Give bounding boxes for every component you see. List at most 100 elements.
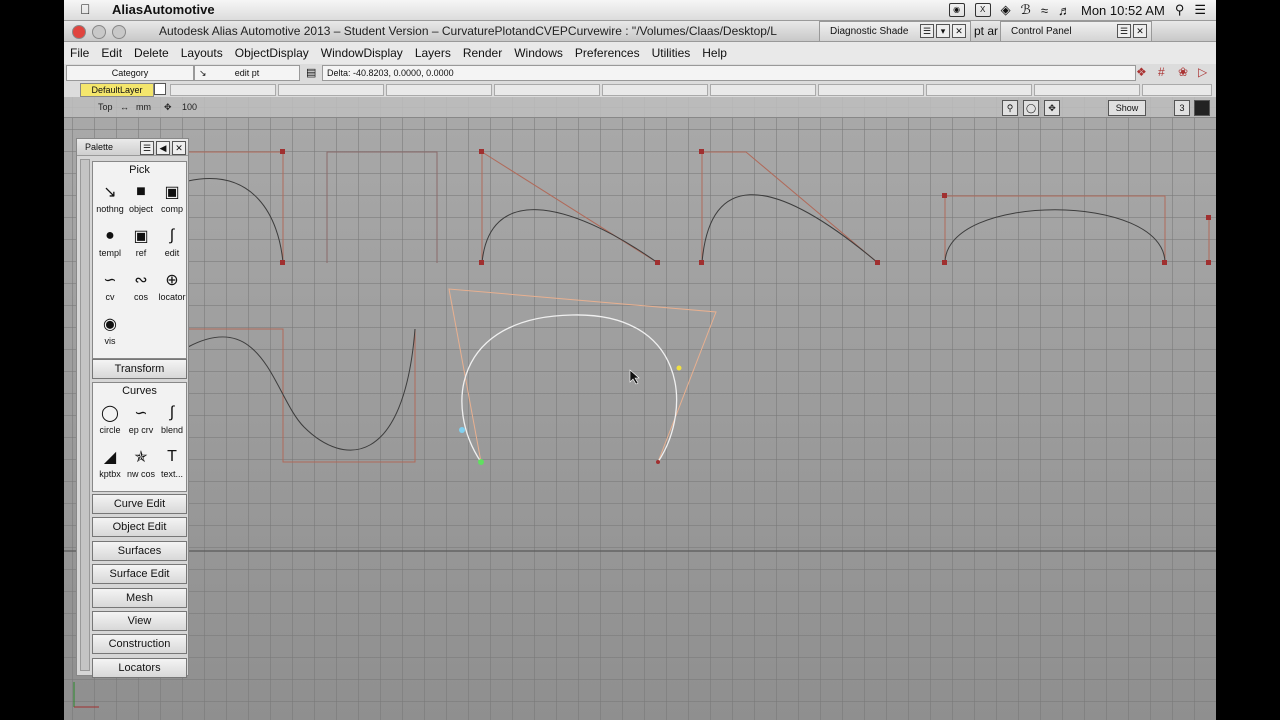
pick-tool-edit[interactable]: ∫ edit [156, 224, 188, 258]
layer-slot[interactable] [386, 84, 492, 96]
pick-tool-nothng[interactable]: ↘ nothng [94, 180, 126, 214]
tumble-icon[interactable]: ◯ [1023, 100, 1039, 116]
menu-item-windowdisplay[interactable]: WindowDisplay [315, 42, 409, 60]
show-button[interactable]: Show [1108, 100, 1146, 116]
grid-snap-icon[interactable]: # [1158, 65, 1165, 79]
menu-item-edit[interactable]: Edit [95, 42, 128, 60]
menu-item-file[interactable]: File [64, 42, 95, 60]
construction-button[interactable]: Construction [92, 634, 187, 655]
mouse-cursor [629, 369, 640, 385]
volume-icon[interactable]: ♬ [1058, 3, 1071, 18]
pick-header[interactable]: Pick [93, 162, 186, 176]
curve-snap-icon[interactable]: ❀ [1178, 65, 1188, 79]
layer-slot[interactable] [278, 84, 384, 96]
menu-item-render[interactable]: Render [457, 42, 508, 60]
tool-label: cv [105, 292, 115, 302]
surface-edit-button[interactable]: Surface Edit [92, 564, 187, 585]
surfaces-button[interactable]: Surfaces [92, 540, 187, 561]
locators-button[interactable]: Locators [92, 657, 187, 678]
play-icon[interactable]: ▷ [1198, 65, 1207, 79]
curve-edit-button[interactable]: Curve Edit [92, 494, 187, 514]
apple-icon[interactable]:  [80, 1, 91, 17]
menu-item-utilities[interactable]: Utilities [646, 42, 697, 60]
menu-item-delete[interactable]: Delete [128, 42, 175, 60]
collapse-icon[interactable]: ◀ [156, 141, 170, 155]
tool-label: blend [160, 425, 184, 435]
window-title: Autodesk Alias Automotive 2013 – Student… [159, 24, 777, 38]
notification-icon[interactable]: ☰ [1194, 2, 1206, 18]
curve-tool-kptbx[interactable]: ◢ kptbx [94, 445, 126, 479]
view-button[interactable]: View [92, 611, 187, 631]
menu-item-help[interactable]: Help [696, 42, 733, 60]
layer-slot[interactable] [170, 84, 276, 96]
viewport-canvas[interactable] [64, 97, 1216, 720]
close-icon[interactable]: ✕ [1133, 24, 1147, 38]
palette-header[interactable]: Palette ☰ ◀ ✕ [77, 139, 188, 156]
layer-slot[interactable] [818, 84, 924, 96]
default-layer[interactable]: DefaultLayer [80, 83, 154, 97]
bluetooth-icon[interactable]: ℬ [1021, 2, 1031, 18]
clock[interactable]: Mon 10:52 AM [1081, 3, 1165, 18]
zoom-icon[interactable] [112, 25, 126, 39]
layer-toggle[interactable] [154, 83, 166, 95]
top-viewport[interactable] [64, 97, 1216, 720]
tool-name-field[interactable]: ↘ edit pt [194, 65, 300, 81]
diagnostic-shade-window[interactable]: Diagnostic Shade ☰ ▾ ✕ [819, 21, 971, 42]
zoom-icon[interactable]: ⚲ [1002, 100, 1018, 116]
pick-tool-comp[interactable]: ▣ comp [156, 180, 188, 214]
close-icon[interactable] [72, 25, 86, 39]
close-icon[interactable]: ✕ [172, 141, 186, 155]
minimize-icon[interactable] [92, 25, 106, 39]
pick-tool-locator[interactable]: ⊕ locator [156, 268, 188, 302]
delta-field[interactable]: Delta: -40.8203, 0.0000, 0.0000 [322, 65, 1136, 81]
pick-tool-cv[interactable]: ∽ cv [94, 268, 126, 302]
window-count[interactable]: 3 [1174, 100, 1190, 116]
object-edit-button[interactable]: Object Edit [92, 517, 187, 538]
menu-item-windows[interactable]: Windows [508, 42, 569, 60]
menu-icon[interactable]: ☰ [140, 141, 154, 155]
curve-tool-text[interactable]: Ttext... [156, 445, 188, 479]
pick-tool-vis[interactable]: ◉ vis [94, 312, 126, 346]
os-app-name[interactable]: AliasAutomotive [112, 2, 215, 17]
layer-slot[interactable] [926, 84, 1032, 96]
view-name: Top [98, 102, 113, 112]
mesh-button[interactable]: Mesh [92, 587, 187, 608]
tool-label: comp [160, 204, 183, 214]
pick-tool-icon[interactable]: ❖ [1136, 65, 1147, 79]
layer-slot[interactable] [710, 84, 816, 96]
pick-tool-object[interactable]: ■ object [125, 180, 157, 214]
close-icon[interactable]: ✕ [952, 24, 966, 38]
menu-item-layouts[interactable]: Layouts [175, 42, 229, 60]
control-panel-window[interactable]: Control Panel ☰ ✕ [1000, 21, 1152, 42]
pan-icon[interactable]: ✥ [1044, 100, 1060, 116]
curve-tool-epcrv[interactable]: ∽ ep crv [125, 401, 157, 435]
pick-tool-cos[interactable]: ∾ cos [125, 268, 157, 302]
layer-slot[interactable] [1142, 84, 1212, 96]
note-icon[interactable]: ▤ [306, 66, 316, 79]
maximize-icon[interactable] [1194, 100, 1210, 116]
camera-icon[interactable]: ◉ [948, 3, 965, 17]
palette-scrollbar[interactable] [80, 159, 90, 671]
menu-item-objectdisplay[interactable]: ObjectDisplay [229, 42, 315, 60]
transform-button[interactable]: Transform [92, 359, 187, 379]
curves-header[interactable]: Curves [93, 383, 186, 397]
layer-slot[interactable] [494, 84, 600, 96]
pick-tool-templ[interactable]: ● templ [94, 224, 126, 258]
palette-window: Palette ☰ ◀ ✕ Pick ↘ nothng ■ object ▣ comp ● t… [76, 138, 189, 678]
evernote-icon[interactable]: ◈ [1001, 2, 1011, 18]
pick-tool-ref[interactable]: ▣ ref [125, 224, 157, 258]
layer-slot[interactable] [1034, 84, 1140, 96]
curve-tool-nwcos[interactable]: ✯ nw cos [125, 445, 157, 479]
app-status-icon[interactable]: X [974, 3, 991, 17]
curve-tool-blend[interactable]: ∫ blend [156, 401, 188, 435]
menu-icon[interactable]: ☰ [1117, 24, 1131, 38]
curve-tool-circle[interactable]: ◯ circle [94, 401, 126, 435]
category-field[interactable]: Category [66, 65, 194, 81]
menu-icon[interactable]: ☰ [920, 24, 934, 38]
menu-item-preferences[interactable]: Preferences [569, 42, 646, 60]
spotlight-icon[interactable]: ⚲ [1175, 2, 1185, 18]
wifi-icon[interactable]: ≈ [1041, 3, 1048, 18]
chevron-down-icon[interactable]: ▾ [936, 24, 950, 38]
menu-item-layers[interactable]: Layers [409, 42, 457, 60]
layer-slot[interactable] [602, 84, 708, 96]
